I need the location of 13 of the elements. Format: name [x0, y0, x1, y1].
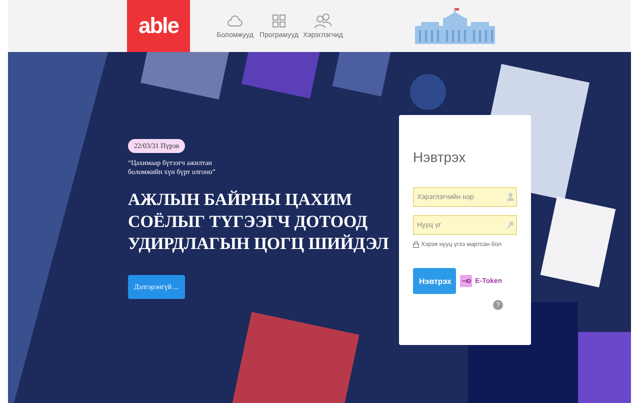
login-button[interactable]: Нэвтрэх [413, 268, 456, 294]
cloud-icon [227, 13, 243, 29]
key-icon [460, 275, 472, 287]
able-logo[interactable]: able [127, 0, 190, 52]
lock-icon [413, 241, 419, 248]
headline: СОЁЛЫГ ТҮГЭЭГЧ ДОТООД [128, 211, 369, 234]
login-title: Нэвтрэх [413, 149, 467, 165]
key-icon [507, 221, 514, 229]
headline: УДИРДЛАГЫН ЦОГЦ ШИЙДЭЛ [128, 233, 389, 256]
grid-icon [271, 13, 287, 29]
user-icon [507, 193, 514, 201]
headline: АЖЛЫН БАЙРНЫ ЦАХИМ [128, 189, 354, 212]
users-icon [314, 13, 332, 29]
